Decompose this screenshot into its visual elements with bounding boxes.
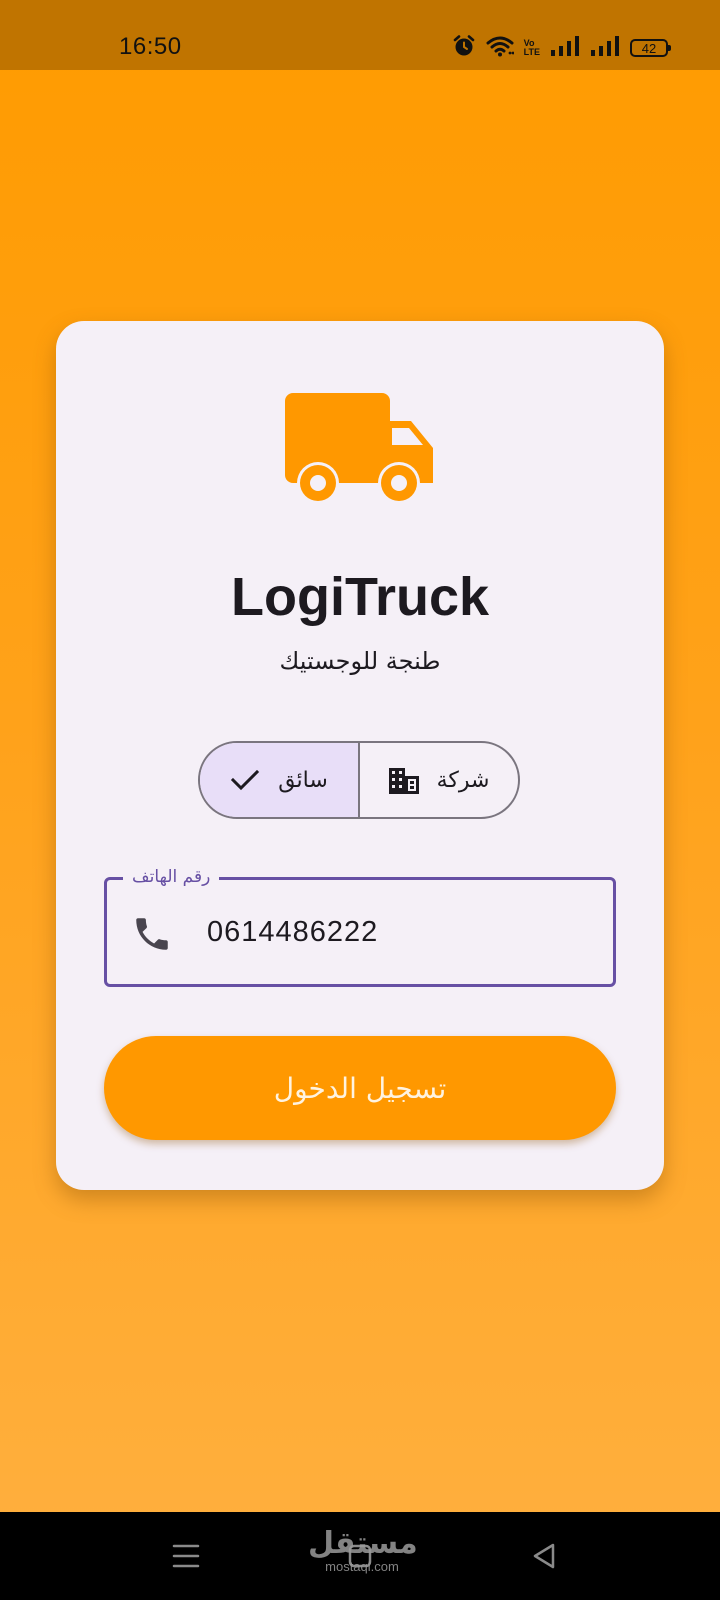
- phone-field-label: رقم الهاتف: [123, 865, 220, 889]
- phone-input[interactable]: 0614486222: [207, 880, 378, 984]
- phone-icon: [136, 918, 168, 950]
- app-title: LogiTruck: [230, 567, 490, 627]
- navigation-bar: مستقل mostaql.com: [0, 1512, 720, 1600]
- app-subtitle: طنجة للوجستيك: [279, 647, 441, 675]
- truck-icon: [285, 393, 433, 504]
- watermark-latin: mostaql.com: [325, 1559, 399, 1574]
- status-bar: 16:50 Vo LTE 42: [0, 0, 720, 70]
- signal-icon: [590, 36, 620, 60]
- role-option-driver[interactable]: سائق: [200, 743, 360, 817]
- role-option-company[interactable]: شركة: [360, 743, 518, 817]
- building-icon: [388, 768, 419, 794]
- menu-icon: [172, 1544, 200, 1568]
- alarm-icon: [452, 34, 476, 62]
- phone-field[interactable]: رقم الهاتف 0614486222: [104, 865, 616, 987]
- check-icon: [231, 769, 260, 791]
- status-icons: Vo LTE 42: [452, 34, 671, 62]
- volte-line2: LTE: [523, 47, 540, 57]
- role-option-driver-label: سائق: [278, 767, 328, 793]
- back-triangle-icon: [533, 1543, 555, 1569]
- menu-nav-button[interactable]: [164, 1534, 208, 1578]
- login-button[interactable]: تسجيل الدخول: [104, 1036, 616, 1140]
- volte-icon: Vo LTE: [524, 39, 540, 57]
- login-card: LogiTruck طنجة للوجستيك سائق شركة رقم ال…: [56, 321, 664, 1190]
- role-option-company-label: شركة: [436, 767, 490, 793]
- back-nav-button[interactable]: [522, 1534, 566, 1578]
- watermark-arabic: مستقل: [308, 1526, 418, 1561]
- wifi-icon: [486, 35, 515, 61]
- battery-icon: 42: [630, 39, 671, 57]
- role-selector: سائق شركة: [198, 741, 520, 819]
- mostaql-watermark: مستقل mostaql.com: [308, 1526, 418, 1574]
- signal-icon: [550, 36, 580, 60]
- status-time: 16:50: [119, 33, 182, 60]
